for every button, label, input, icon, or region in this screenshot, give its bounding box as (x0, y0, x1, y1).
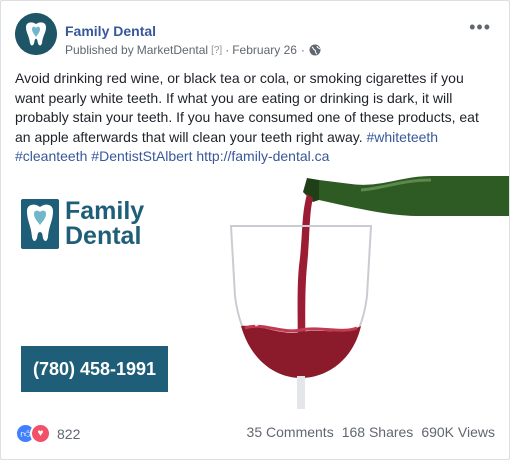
reaction-count: 822 (57, 425, 81, 442)
post-text: Avoid drinking red wine, or black tea or… (15, 69, 497, 167)
family-dental-logo: Family Dental (21, 193, 169, 255)
help-mark[interactable]: [?] (211, 45, 222, 56)
post-date-link[interactable]: February 26 (232, 43, 297, 57)
post-header: Family Dental Published by MarketDental … (15, 13, 495, 63)
post-image[interactable]: Family Dental (780) 458-1991 (1, 176, 509, 409)
post-footer: 👍︎ ♥ 822 35 Comments 168 Shares 690K Vie… (15, 419, 495, 445)
love-icon: ♥ (30, 423, 51, 444)
separator-dot: · (300, 43, 305, 57)
comments-link[interactable]: 35 Comments (247, 424, 334, 440)
separator-dot: · (225, 43, 230, 57)
hashtag-link[interactable]: #whiteteeth (366, 129, 438, 145)
tooth-logo-icon (15, 13, 57, 55)
hashtag-link[interactable]: #DentistStAlbert (91, 148, 192, 164)
page-name-link[interactable]: Family Dental (65, 23, 156, 39)
shares-link[interactable]: 168 Shares (342, 424, 414, 440)
post-card: Family Dental Published by MarketDental … (0, 0, 510, 460)
published-by-label: Published by (65, 43, 134, 57)
logo-line: Dental (65, 222, 142, 250)
avatar[interactable] (15, 13, 57, 55)
logo-wordmark: Family Dental (65, 199, 144, 249)
globe-icon[interactable] (309, 44, 321, 56)
hashtag-link[interactable]: #cleanteeth (15, 148, 87, 164)
reactions-summary[interactable]: 👍︎ ♥ 822 (15, 423, 80, 444)
phone-number-banner: (780) 458-1991 (21, 346, 168, 392)
more-options-button[interactable]: ••• (469, 17, 491, 38)
engagement-stats: 35 Comments 168 Shares 690K Views (247, 424, 495, 440)
post-meta: Published by MarketDental [?] · February… (65, 43, 321, 57)
logo-line: Family (65, 197, 145, 225)
website-link[interactable]: http://family-dental.ca (196, 148, 329, 164)
publisher-link[interactable]: MarketDental (137, 43, 208, 57)
views-count: 690K Views (421, 424, 495, 440)
tooth-logo-icon (21, 199, 59, 249)
